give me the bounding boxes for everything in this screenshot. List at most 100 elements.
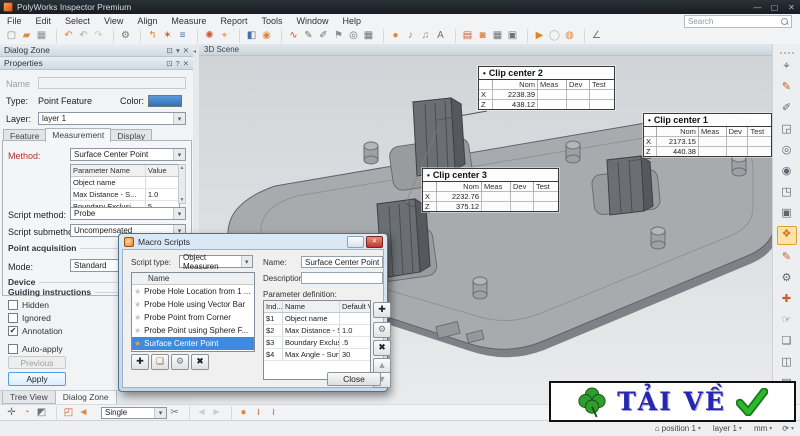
annotations-icon[interactable]: ❖ [777, 226, 797, 245]
collapse-icon[interactable]: ▾ [176, 46, 180, 55]
axis-icon[interactable]: ⌖ [217, 29, 232, 43]
pen-icon[interactable]: ✎ [301, 29, 316, 43]
clip-1[interactable] [607, 156, 653, 215]
add-script-button[interactable]: ✚ [131, 354, 149, 370]
new-file-icon[interactable]: ▢ [4, 29, 19, 43]
macro-script-list[interactable]: Name ★ Probe Hole Location from 1 ... ★ … [131, 272, 255, 352]
parameter-row[interactable]: Max Distance - S... 1.0 [71, 189, 179, 201]
sound-alt-icon[interactable]: ♫ [418, 29, 433, 43]
favorite-star-icon[interactable]: ★ [134, 300, 141, 309]
undo-icon[interactable]: ↶ [56, 29, 76, 43]
text-label-icon[interactable]: A [433, 29, 448, 43]
color-swatch[interactable] [148, 95, 182, 107]
parameter-definition-row[interactable]: $1 Object name [264, 313, 370, 325]
dialog-panel-icon[interactable]: ❏ [778, 333, 796, 350]
flag-icon[interactable]: ⚑ [331, 29, 346, 43]
favorite-star-icon[interactable]: ★ [134, 326, 141, 335]
menu-item[interactable]: File [0, 15, 29, 27]
checkbox-auto-apply[interactable]: Auto-apply [8, 344, 63, 354]
hand-pick-icon[interactable]: ☞ [778, 312, 796, 329]
find-icon[interactable]: ◎ [346, 29, 361, 43]
close-icon[interactable]: ✕ [183, 46, 189, 55]
open-folder-icon[interactable]: ▰ [19, 29, 34, 43]
stamp-tool-icon[interactable]: ✐ [778, 100, 796, 117]
menu-item[interactable]: Edit [29, 15, 59, 27]
pin-icon[interactable]: ⊡ [166, 59, 172, 68]
delete-parameter-button[interactable]: ✖ [373, 340, 391, 356]
tab-measurement[interactable]: Measurement [45, 128, 111, 142]
checkbox-ignored[interactable]: Ignored [8, 313, 51, 323]
cluster-icon[interactable]: ● [231, 406, 251, 420]
menu-item[interactable]: Tools [254, 15, 289, 27]
checkbox-box[interactable] [8, 344, 18, 354]
device-arm-icon[interactable]: ≀ [251, 406, 266, 420]
tab-tree-view[interactable]: Tree View [2, 391, 56, 404]
close-button[interactable]: ✕ [783, 3, 800, 12]
save-icon[interactable]: ▦ [34, 29, 49, 43]
maximize-button[interactable]: ▢ [766, 3, 783, 12]
macro-script-item[interactable]: ★ Surface Center Point [132, 337, 254, 350]
menu-item[interactable]: Report [213, 15, 254, 27]
record-icon[interactable]: ◯ [547, 29, 562, 43]
clay-icon[interactable]: ● [383, 29, 403, 43]
edit-parameter-button[interactable]: ⚙ [373, 322, 391, 338]
delete-script-button[interactable]: ✖ [191, 354, 209, 370]
help-icon[interactable]: ? [176, 59, 180, 68]
close-button[interactable]: Close [327, 372, 381, 386]
measurement-annotation[interactable]: • Clip center 3 Nom Meas Dev Test X 2232… [422, 168, 559, 212]
search-input[interactable]: Search [684, 15, 792, 28]
report-table-icon[interactable]: ▦ [490, 29, 505, 43]
brush-icon[interactable]: ✐ [316, 29, 331, 43]
method-select[interactable]: Surface Center Point ▾ [70, 148, 186, 161]
dialog-title-bar[interactable]: Macro Scripts ✕ [119, 234, 387, 249]
table-scrollbar[interactable]: ▲ ▼ [178, 164, 186, 204]
macro-script-item[interactable]: ★ Probe Point from Corner [132, 311, 254, 324]
undo-list-icon[interactable]: ↶ [76, 29, 91, 43]
probe-color-icon[interactable]: ◔ [19, 406, 34, 420]
dialog-close-button[interactable]: ✕ [366, 236, 383, 248]
prev-icon[interactable]: ◄ [189, 406, 209, 420]
scroll-up-icon[interactable]: ▲ [180, 165, 185, 171]
redo-icon[interactable]: ↷ [91, 29, 106, 43]
align-star-icon[interactable]: ✶ [160, 29, 175, 43]
layer-select[interactable]: layer 1 ▾ [38, 112, 186, 125]
menu-item[interactable]: View [97, 15, 130, 27]
probe-signal-icon[interactable]: ◄ [76, 406, 91, 420]
script-method-select[interactable]: Probe ▾ [70, 207, 186, 220]
options-gear-icon[interactable]: ⚙ [113, 29, 133, 43]
menu-item[interactable]: Window [289, 15, 335, 27]
compare-icon[interactable]: ◉ [259, 29, 274, 43]
chart-icon[interactable]: ∠ [584, 29, 604, 43]
viewpoint-icon[interactable]: ▣ [778, 205, 796, 222]
macro-script-item[interactable]: ★ Probe Hole Location from 1 ... [132, 285, 254, 298]
next-icon[interactable]: ► [209, 406, 224, 420]
duplicate-script-button[interactable]: ❏ [151, 354, 169, 370]
tab-dialog-zone[interactable]: Dialog Zone [55, 391, 117, 405]
camera-icon[interactable]: ▣ [505, 29, 520, 43]
macro-script-item[interactable]: ★ Probe Point using Sphere F... [132, 324, 254, 337]
object-note-icon[interactable]: ◫ [778, 354, 796, 371]
screen-probe-icon[interactable]: ◰ [56, 406, 76, 420]
checkbox-box[interactable] [8, 313, 18, 323]
curve-icon[interactable]: ∿ [281, 29, 301, 43]
menu-item[interactable]: Measure [164, 15, 213, 27]
status-item[interactable]: mm ▾ [752, 424, 772, 433]
favorite-star-icon[interactable]: ★ [134, 313, 141, 322]
clipboard-check-icon[interactable]: ▤ [455, 29, 475, 43]
probing-mode-select[interactable]: Single ▾ [101, 407, 167, 419]
close-icon[interactable]: ✕ [183, 59, 189, 68]
table-add-icon[interactable]: ▦ [361, 29, 376, 43]
minimize-button[interactable]: — [749, 3, 766, 12]
flash-icon[interactable]: ◍ [562, 29, 577, 43]
visibility-eye-icon[interactable]: ◉ [778, 163, 796, 180]
measurement-annotation[interactable]: • Clip center 1 Nom Meas Dev Test X 2173… [643, 113, 772, 157]
checkbox-box[interactable] [8, 300, 18, 310]
favorite-star-icon[interactable]: ★ [134, 287, 141, 296]
sound-icon[interactable]: ♪ [403, 29, 418, 43]
annotation-add-icon[interactable]: ✚ [778, 291, 796, 308]
zoom-tool-icon[interactable]: ◎ [778, 142, 796, 159]
edit-script-button[interactable]: ⚙ [171, 354, 189, 370]
zoom-region-icon[interactable]: ◲ [778, 121, 796, 138]
device-position-icon[interactable]: ✺ [197, 29, 217, 43]
menu-item[interactable]: Align [130, 15, 164, 27]
